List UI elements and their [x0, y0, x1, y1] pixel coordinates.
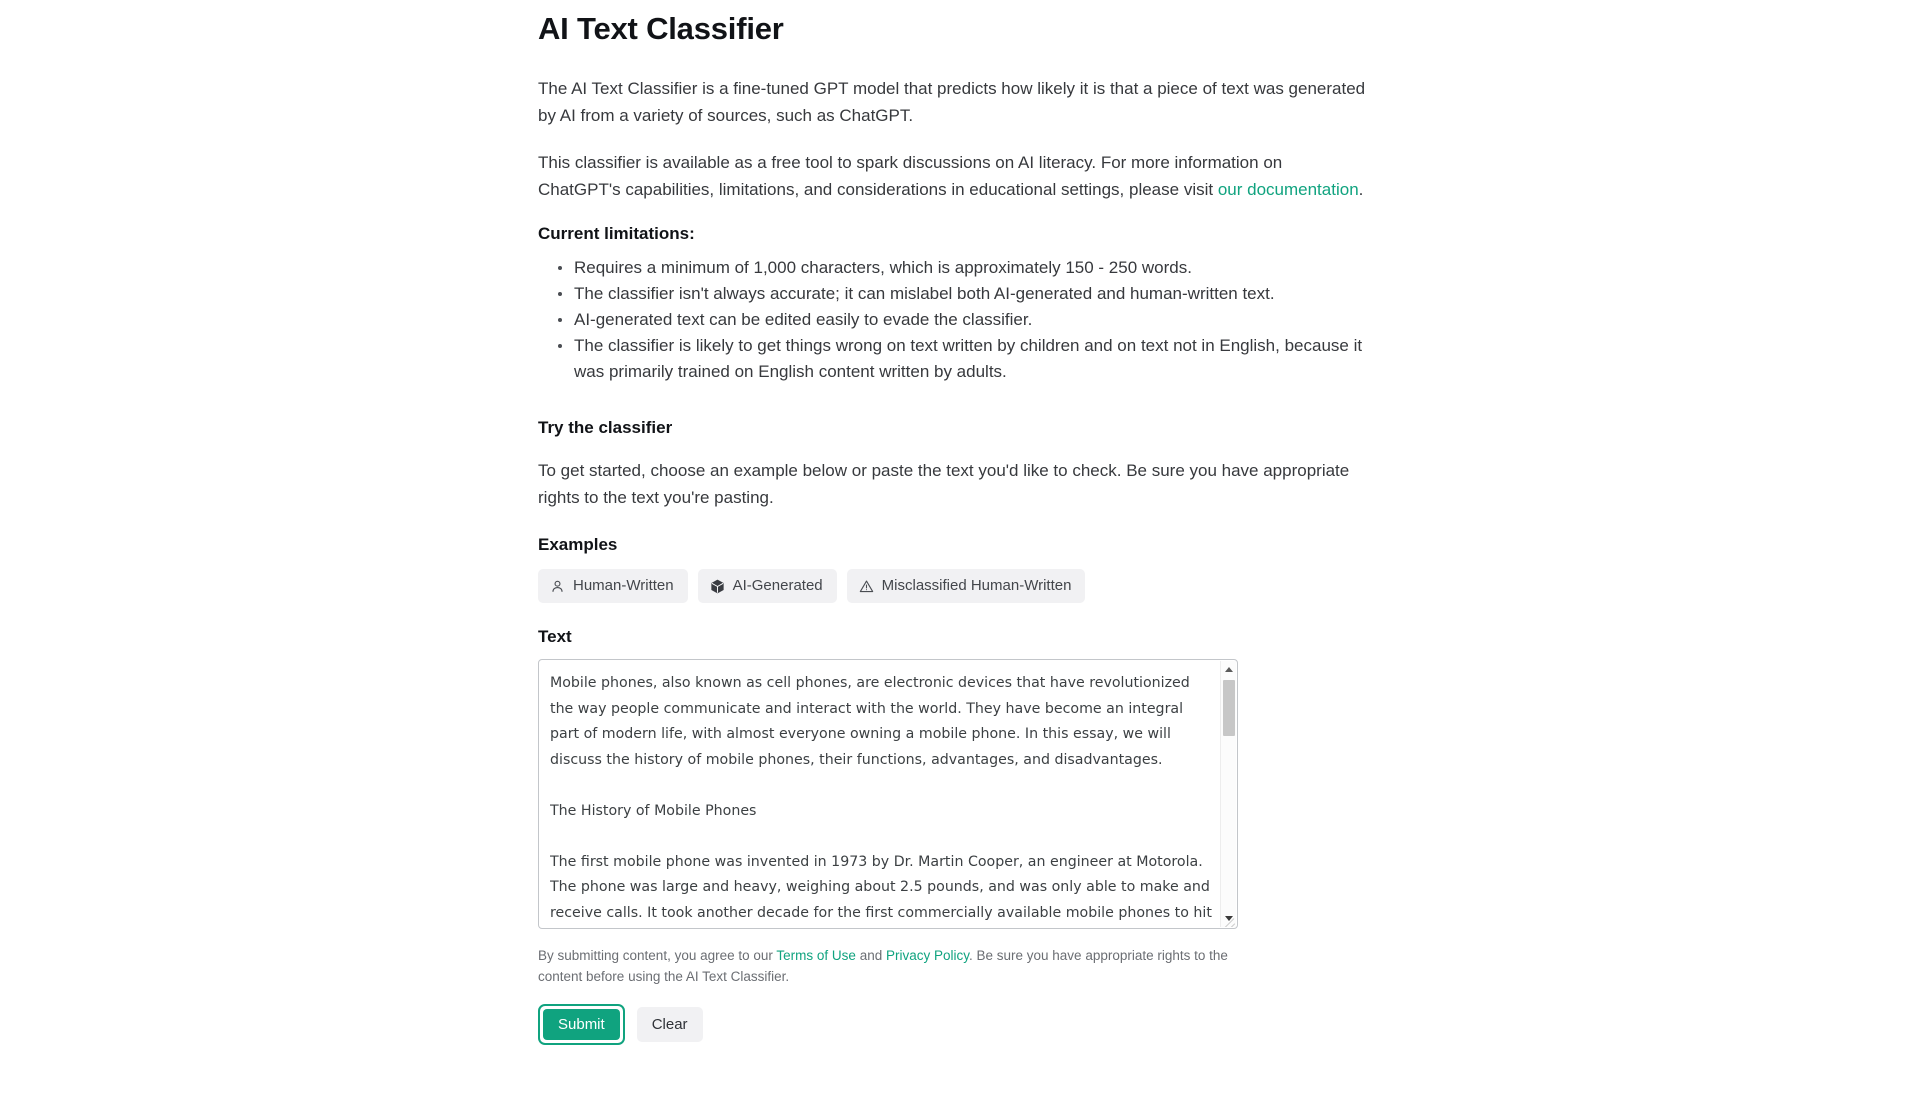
text-field-label: Text	[538, 627, 572, 646]
intro-paragraph: The AI Text Classifier is a fine-tuned G…	[538, 79, 1366, 125]
page-title: AI Text Classifier	[538, 11, 784, 46]
availability-paragraph: This classifier is available as a free t…	[538, 149, 1368, 203]
our-documentation-link[interactable]: our documentation	[1218, 180, 1359, 199]
try-instructions: To get started, choose an example below …	[538, 461, 1350, 507]
try-the-classifier-heading: Try the classifier	[538, 418, 673, 437]
availability-suffix-text: .	[1358, 180, 1364, 199]
examples-row: Human-Written AI-Generated Misclassified…	[538, 569, 1368, 603]
examples-label: Examples	[538, 535, 618, 554]
text-input[interactable]: Mobile phones, also known as cell phones…	[550, 671, 1215, 924]
person-icon	[550, 579, 565, 594]
list-item: The classifier is likely to get things w…	[558, 333, 1368, 385]
textarea-scrollbar[interactable]	[1220, 661, 1236, 927]
disclaimer-middle: and	[855, 948, 886, 963]
text-input-area[interactable]: Mobile phones, also known as cell phones…	[538, 659, 1238, 929]
clear-button[interactable]: Clear	[636, 1007, 703, 1042]
warning-triangle-icon	[859, 579, 874, 594]
submission-disclaimer: By submitting content, you agree to our …	[538, 945, 1238, 987]
privacy-policy-link[interactable]: Privacy Policy	[886, 948, 969, 963]
example-chip-human-written[interactable]: Human-Written	[538, 569, 688, 603]
submit-button[interactable]: Submit	[543, 1009, 620, 1040]
disclaimer-prefix: By submitting content, you agree to our	[538, 948, 777, 963]
scroll-up-arrow-icon[interactable]	[1221, 661, 1237, 678]
example-chip-label: Misclassified Human-Written	[881, 577, 1072, 594]
ai-text-classifier-page: AI Text Classifier The AI Text Classifie…	[0, 0, 1920, 1114]
scrollbar-thumb[interactable]	[1223, 680, 1235, 736]
example-chip-label: Human-Written	[573, 577, 674, 594]
list-item: Requires a minimum of 1,000 characters, …	[558, 255, 1368, 281]
list-item: The classifier isn't always accurate; it…	[558, 281, 1368, 307]
list-item: AI-generated text can be edited easily t…	[558, 307, 1368, 333]
current-limitations-heading: Current limitations:	[538, 224, 695, 243]
textarea-border: Mobile phones, also known as cell phones…	[538, 659, 1238, 929]
limitations-list: Requires a minimum of 1,000 characters, …	[538, 255, 1368, 385]
example-chip-label: AI-Generated	[732, 577, 823, 594]
terms-of-use-link[interactable]: Terms of Use	[776, 948, 856, 963]
submit-button-focus-ring: Submit	[538, 1004, 625, 1045]
content-column: AI Text Classifier The AI Text Classifie…	[538, 0, 1368, 1045]
example-chip-misclassified-human-written[interactable]: Misclassified Human-Written	[846, 569, 1086, 603]
example-chip-ai-generated[interactable]: AI-Generated	[697, 569, 837, 603]
actions-row: Submit Clear	[538, 1004, 1368, 1045]
cube-icon	[710, 579, 725, 594]
resize-handle-icon[interactable]	[1221, 912, 1236, 927]
availability-prefix-text: This classifier is available as a free t…	[538, 153, 1283, 199]
